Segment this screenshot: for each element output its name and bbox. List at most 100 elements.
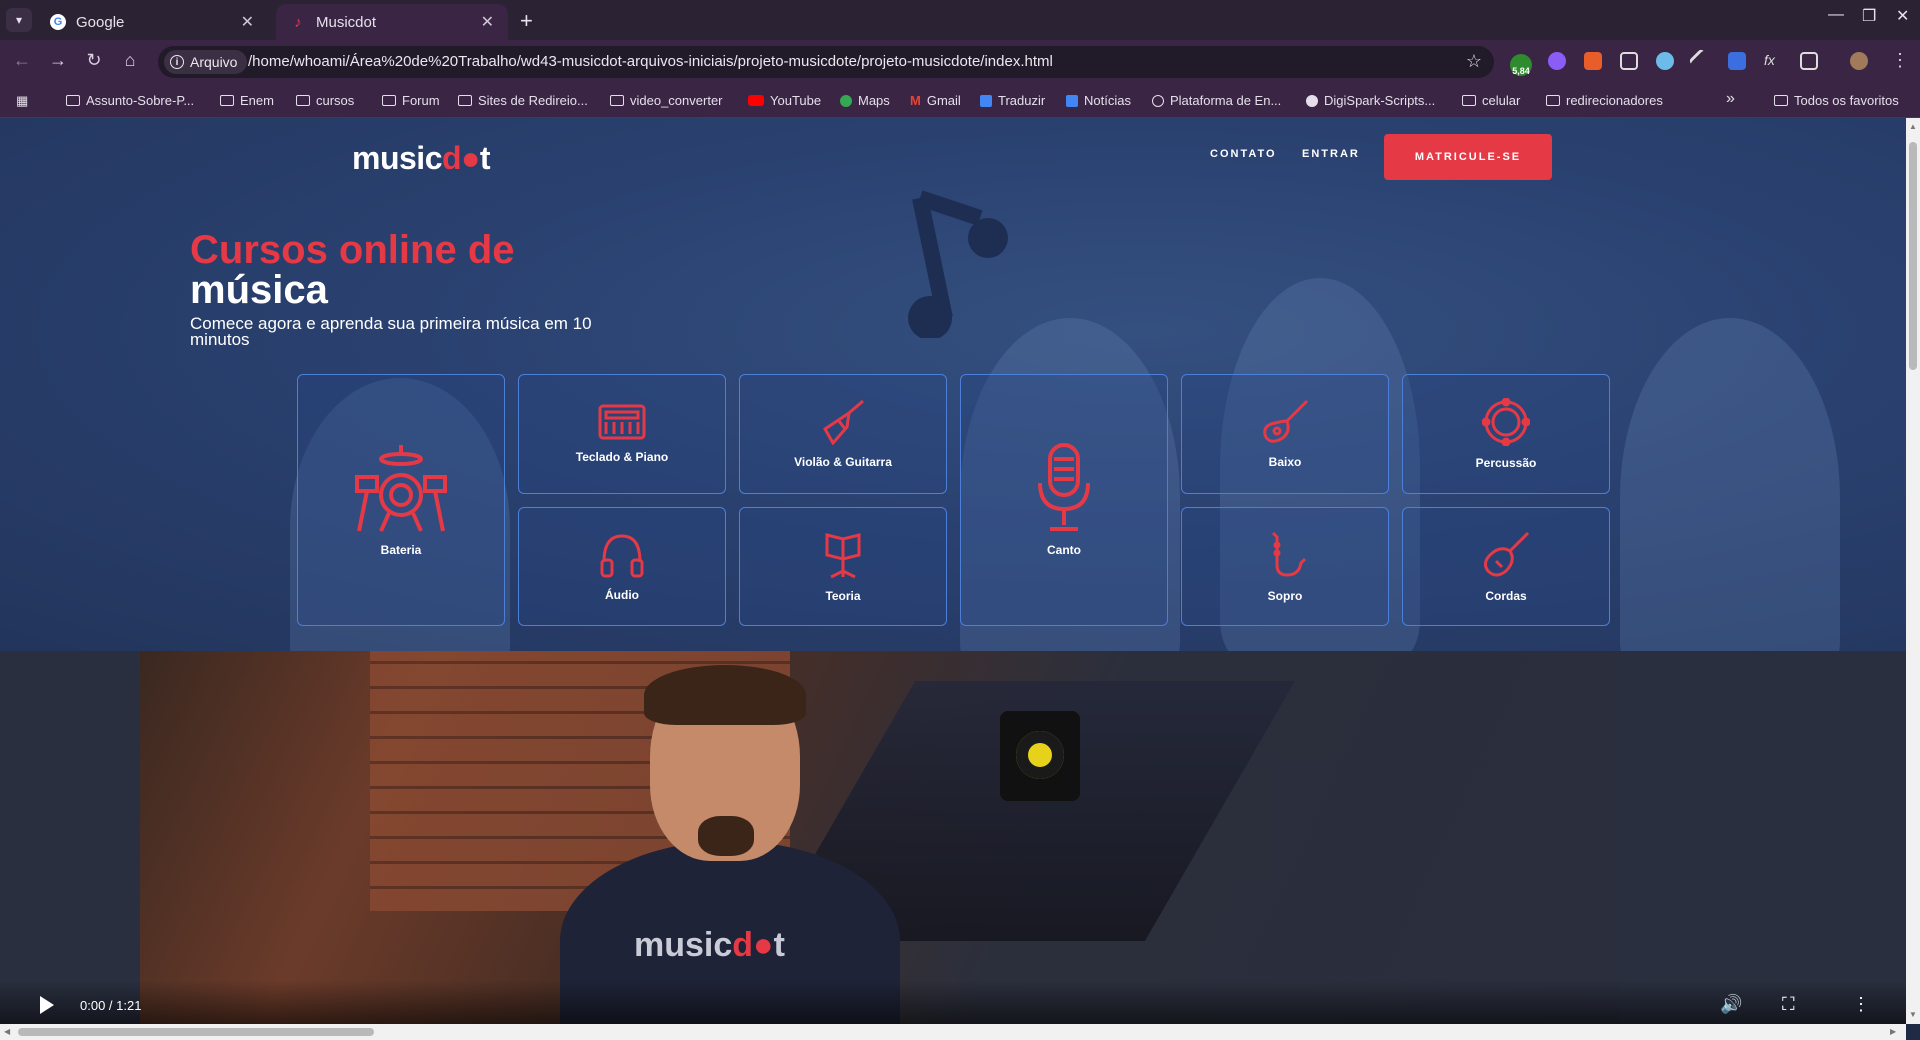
vertical-scroll-thumb[interactable] bbox=[1909, 142, 1917, 370]
new-tab-button[interactable]: + bbox=[520, 8, 533, 34]
bookmark-item[interactable]: Forum bbox=[382, 93, 440, 108]
course-card-audio[interactable]: Áudio bbox=[518, 507, 726, 626]
video-time: 0:00 / 1:21 bbox=[80, 998, 142, 1013]
bookmark-item[interactable]: Maps bbox=[840, 93, 890, 108]
violin-icon bbox=[1483, 531, 1530, 576]
bookmark-item[interactable]: Notícias bbox=[1066, 93, 1131, 108]
site-info-chip[interactable]: i Arquivo bbox=[164, 50, 248, 74]
browser-menu-icon[interactable]: ⋮ bbox=[1888, 50, 1912, 71]
bookmark-item[interactable]: celular bbox=[1462, 93, 1520, 108]
extension-badge-icon[interactable]: 5,84 bbox=[1510, 54, 1532, 76]
info-icon: i bbox=[170, 55, 184, 69]
nav-contact-link[interactable]: CONTATO bbox=[1210, 148, 1277, 160]
hero-headline-red: Cursos online de bbox=[190, 228, 515, 272]
course-card-percussao[interactable]: Percussão bbox=[1402, 374, 1610, 494]
course-card-baixo[interactable]: Baixo bbox=[1181, 374, 1389, 494]
close-tab-icon[interactable]: ✕ bbox=[481, 12, 494, 32]
course-card-violao[interactable]: Violão & Guitarra bbox=[739, 374, 947, 494]
extension-shield-icon[interactable] bbox=[1656, 52, 1674, 70]
folder-icon bbox=[1462, 95, 1476, 106]
hero-subtitle: Comece agora e aprenda sua primeira músi… bbox=[190, 314, 592, 349]
bookmark-item[interactable]: Sites de Redireio... bbox=[458, 93, 588, 108]
home-icon[interactable]: ⌂ bbox=[118, 50, 142, 71]
course-card-teclado[interactable]: Teclado & Piano bbox=[518, 374, 726, 494]
scroll-down-icon[interactable]: ▼ bbox=[1909, 1010, 1917, 1019]
logo-dot-note-icon: ● bbox=[753, 926, 774, 964]
course-label: Bateria bbox=[380, 543, 422, 557]
extension-fx-icon[interactable]: fx bbox=[1764, 52, 1782, 70]
horizontal-scrollbar[interactable]: ◀ ▶ bbox=[0, 1024, 1906, 1040]
reload-icon[interactable]: ↻ bbox=[82, 50, 106, 71]
fullscreen-icon[interactable]: ⛶ bbox=[1782, 994, 1795, 1015]
bookmark-item[interactable]: Assunto-Sobre-P... bbox=[66, 93, 194, 108]
google-icon: G bbox=[50, 14, 66, 30]
extension-pen-icon[interactable] bbox=[1688, 48, 1714, 74]
bookmark-item[interactable]: Enem bbox=[220, 93, 274, 108]
scroll-right-icon[interactable]: ▶ bbox=[1890, 1027, 1896, 1036]
url-text[interactable]: /home/whoami/Área%20de%20Trabalho/wd43-m… bbox=[248, 53, 1053, 70]
bass-icon bbox=[1263, 399, 1309, 443]
profile-avatar[interactable] bbox=[1850, 52, 1868, 70]
horizontal-scroll-thumb[interactable] bbox=[18, 1028, 374, 1036]
extension-gear-icon[interactable] bbox=[1548, 52, 1566, 70]
vertical-scrollbar[interactable]: ▲ ▼ bbox=[1906, 118, 1920, 1024]
volume-icon[interactable]: 🔊 bbox=[1720, 994, 1742, 1015]
bookmark-item[interactable]: Plataforma de En... bbox=[1152, 93, 1281, 108]
bookmark-item[interactable]: M Gmail bbox=[910, 93, 961, 108]
extension-blue-icon[interactable] bbox=[1728, 52, 1746, 70]
folder-icon bbox=[1774, 95, 1788, 106]
course-label: Baixo bbox=[1268, 455, 1302, 469]
scroll-left-icon[interactable]: ◀ bbox=[4, 1027, 10, 1036]
course-label: Cordas bbox=[1485, 588, 1527, 603]
tambourine-icon bbox=[1482, 398, 1530, 446]
bookmark-star-icon[interactable]: ☆ bbox=[1466, 51, 1482, 72]
video-menu-icon[interactable]: ⋮ bbox=[1852, 994, 1870, 1015]
folder-icon bbox=[610, 95, 624, 106]
bookmark-item[interactable]: DigiSpark-Scripts... bbox=[1306, 93, 1435, 108]
course-card-bateria[interactable]: Bateria bbox=[297, 374, 505, 626]
presenter: musicd●t bbox=[560, 665, 900, 1024]
extensions-puzzle-icon[interactable] bbox=[1800, 52, 1818, 70]
bookmarks-overflow-icon[interactable]: » bbox=[1726, 90, 1735, 108]
musicdot-icon: ♪ bbox=[294, 13, 302, 31]
close-tab-icon[interactable]: ✕ bbox=[241, 12, 254, 32]
course-card-sopro[interactable]: Sopro bbox=[1181, 507, 1389, 626]
close-window-icon[interactable]: ✕ bbox=[1896, 6, 1909, 26]
extension-translate-icon[interactable] bbox=[1620, 52, 1638, 70]
scroll-up-icon[interactable]: ▲ bbox=[1909, 122, 1917, 131]
course-card-cordas[interactable]: Cordas bbox=[1402, 507, 1610, 626]
nav-login-link[interactable]: ENTRAR bbox=[1302, 148, 1360, 160]
enroll-button[interactable]: MATRICULE-SE bbox=[1384, 134, 1552, 180]
all-bookmarks[interactable]: Todos os favoritos bbox=[1774, 93, 1899, 108]
tab-musicdot[interactable]: ♪ Musicdot ✕ bbox=[276, 4, 508, 40]
apps-grid-icon[interactable]: ▦ bbox=[16, 93, 28, 109]
tab-google[interactable]: G Google ✕ bbox=[36, 4, 268, 40]
tab-search-button[interactable]: ▾ bbox=[6, 8, 32, 32]
folder-icon bbox=[66, 95, 80, 106]
microphone-icon bbox=[1038, 443, 1090, 531]
extension-orange-icon[interactable] bbox=[1584, 52, 1602, 70]
play-icon[interactable] bbox=[40, 996, 54, 1014]
bookmark-item[interactable]: redirecionadores bbox=[1546, 93, 1663, 108]
site-logo[interactable]: musicd●t bbox=[352, 140, 491, 177]
back-icon[interactable]: ← bbox=[10, 50, 34, 71]
course-card-canto[interactable]: Canto bbox=[960, 374, 1168, 626]
address-bar[interactable]: i Arquivo /home/whoami/Área%20de%20Traba… bbox=[158, 46, 1494, 78]
course-label: Áudio bbox=[605, 587, 639, 602]
bookmark-item[interactable]: cursos bbox=[296, 93, 354, 108]
restore-icon[interactable]: ❐ bbox=[1862, 6, 1876, 26]
course-label: Canto bbox=[1047, 543, 1081, 557]
translate-icon bbox=[980, 94, 992, 107]
music-note-icon bbox=[908, 190, 1008, 338]
bookmark-item[interactable]: Traduzir bbox=[980, 93, 1045, 108]
course-card-teoria[interactable]: Teoria bbox=[739, 507, 947, 626]
course-label: Violão & Guitarra bbox=[794, 455, 892, 469]
bookmark-item[interactable]: video_converter bbox=[610, 93, 723, 108]
intro-video-player[interactable]: musicd●t 0:00 / 1:21 🔊 ⛶ ⋮ bbox=[0, 651, 1906, 1024]
bookmarks-bar: ▦ Assunto-Sobre-P... Enem cursos Forum S… bbox=[0, 84, 1920, 118]
maps-icon bbox=[840, 94, 852, 107]
bookmark-item[interactable]: YouTube bbox=[748, 93, 821, 108]
forward-icon[interactable]: → bbox=[46, 50, 70, 71]
course-label: Percussão bbox=[1475, 456, 1537, 470]
minimize-icon[interactable]: — bbox=[1828, 6, 1844, 24]
